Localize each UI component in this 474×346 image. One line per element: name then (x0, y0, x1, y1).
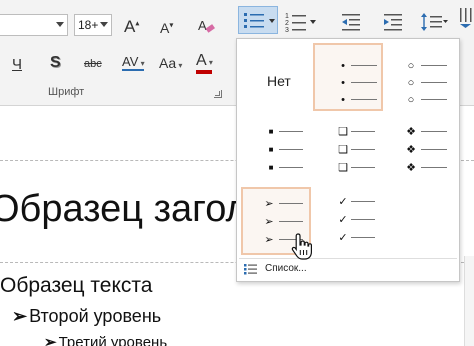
hollow-round-bullet-icon: ○ (407, 77, 415, 89)
dialog-launcher-icon[interactable] (214, 90, 222, 98)
strikethrough-button[interactable]: abc (84, 59, 102, 70)
body-level-2-text: Второй уровень (29, 306, 162, 326)
font-group-label: Шрифт (48, 86, 85, 98)
grow-font-label: A (124, 17, 136, 36)
filled-round-bullet-icon: • (341, 94, 345, 106)
spacing-arrow-icon (122, 69, 144, 71)
bullets-and-numbering-label: Список... (265, 263, 307, 274)
checkmark-bullet-icon: ✓ (338, 214, 348, 226)
font-color-swatch (196, 70, 212, 74)
change-case-button[interactable]: Aa ▾ (159, 56, 182, 70)
bullet-style-hollow-round[interactable]: ○ ○ ○ (387, 43, 457, 111)
bullets-button[interactable] (238, 6, 278, 34)
eraser-icon: A (198, 18, 215, 33)
grow-font-button[interactable]: A▴ (124, 18, 139, 35)
bullet-style-checkmark[interactable]: ✓ ✓ ✓ (315, 187, 385, 255)
shadow-button[interactable]: S (50, 55, 61, 71)
increase-indent-button[interactable] (382, 12, 404, 36)
hollow-square-bullet-icon: ❑ (338, 144, 348, 156)
character-spacing-button[interactable]: AV ▾ (122, 55, 145, 71)
bullet-style-hollow-square[interactable]: ❑ ❑ ❑ (315, 115, 385, 183)
hollow-round-bullet-icon: ○ (407, 60, 415, 72)
chevron-down-icon: ▾ (138, 59, 145, 68)
hollow-square-bullet-icon: ❑ (338, 126, 348, 138)
arrow-bullet-icon: ➢ (264, 198, 274, 210)
arrow-bullet-icon: ➢ (264, 216, 274, 228)
hollow-square-bullet-icon: ❑ (338, 162, 348, 174)
arrow-bullet-icon: ➢ (44, 334, 57, 346)
filled-square-bullet-icon: ■ (268, 145, 274, 154)
chevron-down-icon: ▾ (176, 61, 183, 70)
body-level-1[interactable]: Образец текста (0, 274, 152, 298)
font-size-combobox[interactable]: 18+ (74, 14, 112, 36)
chevron-down-icon[interactable] (56, 22, 64, 27)
clear-formatting-button[interactable]: A (196, 16, 216, 36)
text-direction-icon (460, 8, 472, 28)
bullet-style-star[interactable]: ❖ ❖ ❖ (387, 115, 457, 183)
svg-text:2: 2 (285, 20, 289, 27)
underline-button[interactable]: Ч (12, 57, 22, 72)
checkmark-bullet-icon: ✓ (338, 196, 348, 208)
svg-text:1: 1 (285, 13, 289, 20)
bullet-style-none[interactable]: Нет (241, 43, 311, 111)
change-case-label: Aa (159, 55, 177, 71)
bullets-list-icon (244, 13, 275, 28)
body-level-3-text: Третий уровень (58, 334, 168, 346)
spacing-label: AV (122, 54, 139, 69)
shrink-font-button[interactable]: A▾ (160, 21, 173, 35)
decrease-indent-button[interactable] (340, 12, 362, 36)
line-spacing-button[interactable] (420, 12, 448, 38)
filled-round-bullet-icon: • (341, 77, 345, 89)
svg-text:3: 3 (285, 27, 289, 34)
star-bullet-icon: ❖ (406, 144, 416, 156)
star-bullet-icon: ❖ (406, 162, 416, 174)
chevron-down-icon[interactable] (100, 22, 108, 27)
shrink-font-label: A (160, 20, 170, 36)
increase-indent-icon (384, 14, 402, 31)
hand-cursor-icon (291, 233, 312, 260)
font-color-button[interactable]: A ▾ (196, 53, 213, 74)
chevron-down-icon: ▾ (206, 58, 213, 67)
filled-square-bullet-icon: ■ (268, 163, 274, 172)
vertical-scrollbar[interactable] (464, 256, 474, 346)
bullets-gallery: Нет • • • ○ ○ ○ ■ ■ ■ ❑ ❑ ❑ ❖ ❖ ❖ ➢ ➢ ➢ … (236, 38, 460, 282)
star-bullet-icon: ❖ (406, 126, 416, 138)
svg-text:A: A (198, 18, 207, 33)
bullet-style-filled-square[interactable]: ■ ■ ■ (241, 115, 311, 183)
bullets-and-numbering-item[interactable]: Список... (239, 259, 457, 279)
body-level-2[interactable]: ➢ Второй уровень (12, 306, 161, 327)
bullet-list-icon (244, 264, 257, 275)
text-direction-button[interactable] (458, 6, 474, 34)
body-level-3[interactable]: ➢ Третий уровень (44, 333, 167, 346)
font-name-combobox[interactable] (0, 14, 68, 36)
numbering-button[interactable]: 1 2 3 (284, 10, 318, 38)
checkmark-bullet-icon: ✓ (338, 232, 348, 244)
hollow-round-bullet-icon: ○ (407, 94, 415, 106)
filled-round-bullet-icon: • (341, 60, 345, 72)
font-size-value: 18+ (78, 18, 99, 32)
numbered-list-icon: 1 2 3 (285, 13, 316, 34)
slide-title[interactable]: Образец заголо (0, 188, 269, 231)
arrow-bullet-icon: ➢ (264, 234, 274, 246)
line-spacing-icon (421, 13, 448, 31)
font-color-label: A (196, 52, 207, 69)
arrow-bullet-icon: ➢ (12, 306, 28, 326)
bullet-none-label: Нет (267, 73, 291, 89)
bullet-style-filled-round[interactable]: • • • (313, 43, 383, 111)
decrease-indent-icon (342, 14, 360, 31)
filled-square-bullet-icon: ■ (268, 127, 274, 136)
